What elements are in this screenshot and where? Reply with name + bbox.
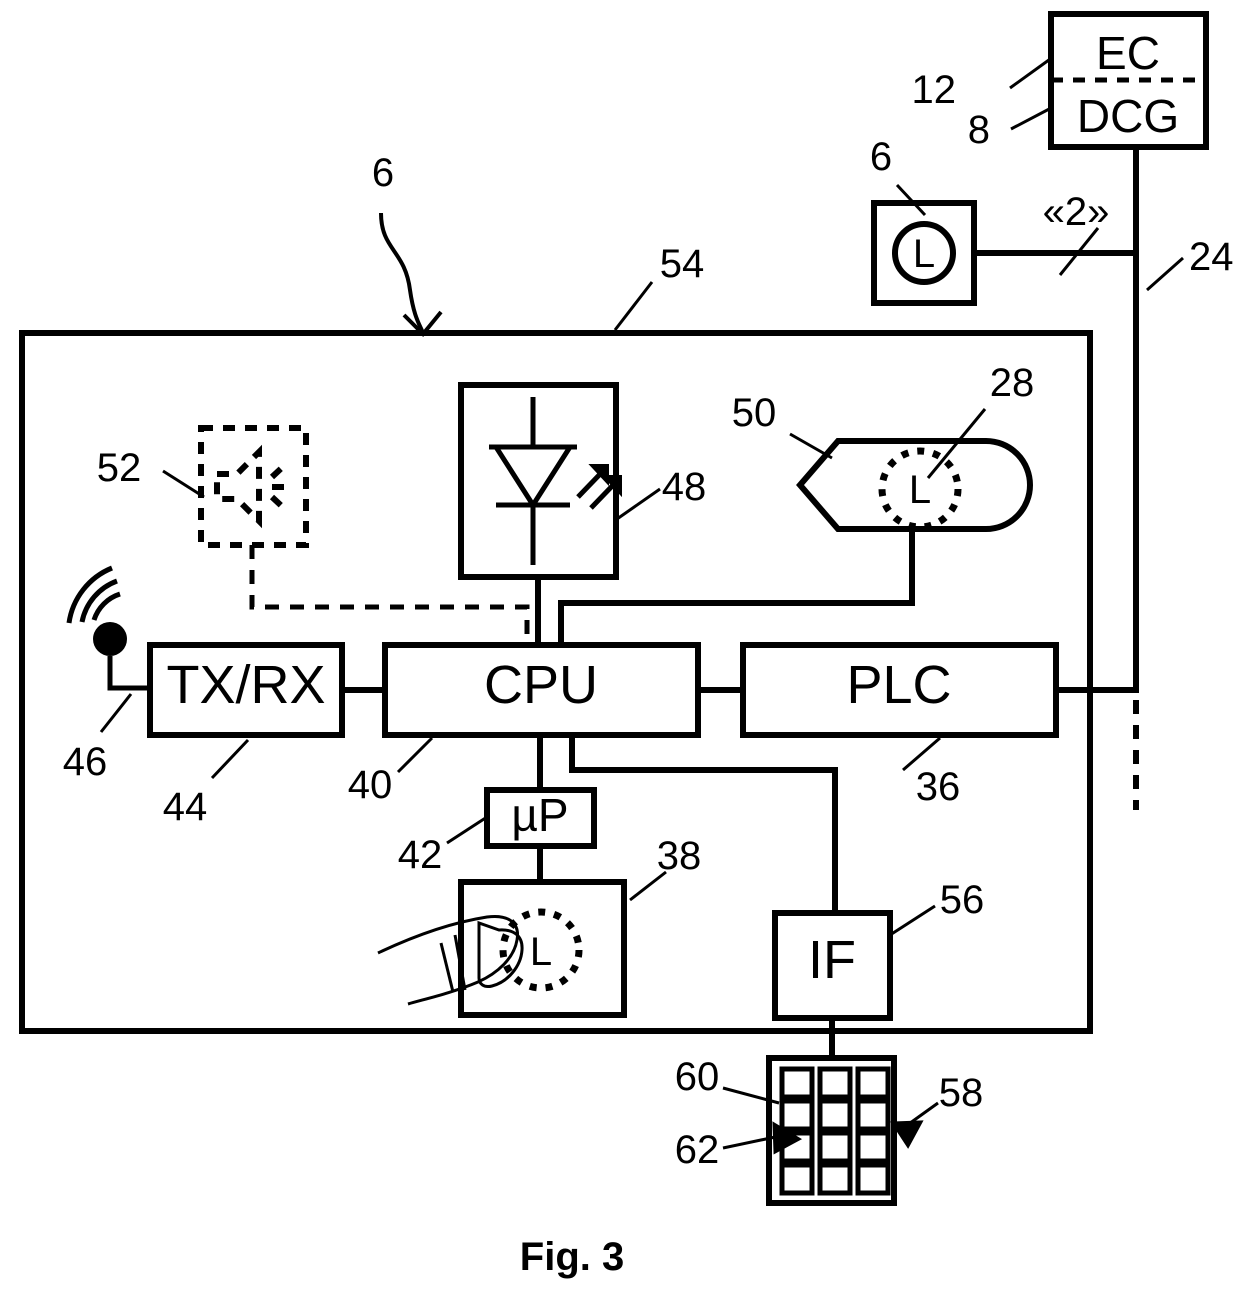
- speaker-block-52: [198, 425, 309, 548]
- ref-62: 62: [675, 1128, 720, 1172]
- keypad-key: [817, 1066, 853, 1100]
- leader-46: [99, 693, 133, 733]
- label-2-link: «2»: [1043, 190, 1110, 234]
- keypad-key: [855, 1162, 891, 1196]
- ref-50: 50: [732, 391, 777, 435]
- keypad-block-58: [766, 1055, 897, 1206]
- ref-28: 28: [990, 361, 1035, 405]
- ref-44: 44: [163, 785, 208, 829]
- keypad-key: [779, 1066, 815, 1100]
- leader-54: [613, 281, 654, 331]
- leader-44: [210, 738, 250, 780]
- ref-42: 42: [398, 833, 443, 877]
- keypad-key: [855, 1098, 891, 1132]
- ref-38: 38: [657, 834, 702, 878]
- ref-48: 48: [662, 465, 707, 509]
- leader-50: [789, 432, 833, 460]
- antenna-wave-1: [91, 591, 121, 621]
- dcg-label: DCG: [1077, 90, 1179, 142]
- keypad-key: [817, 1162, 853, 1196]
- led-block-48: [458, 382, 622, 580]
- keypad-key: [855, 1130, 891, 1164]
- leader-52: [162, 469, 205, 499]
- ref-60: 60: [675, 1055, 720, 1099]
- ref-8: 8: [968, 108, 990, 152]
- plc-label: PLC: [846, 655, 951, 715]
- leader-8: [1010, 105, 1054, 131]
- ref-54: 54: [660, 242, 705, 286]
- ref-36: 36: [916, 765, 961, 809]
- leader-24: [1146, 256, 1184, 292]
- loudspeaker-icon: [214, 444, 262, 529]
- if-block-56: IF: [772, 910, 893, 1021]
- txrx-block-44: TX/RX: [147, 642, 345, 738]
- keypad-key: [855, 1066, 891, 1100]
- external-luminaire-label: L: [913, 232, 935, 276]
- leader-42: [446, 815, 488, 845]
- leader-48: [616, 487, 661, 521]
- leader-56: [889, 904, 936, 937]
- keypad-key: [817, 1098, 853, 1132]
- txrx-label: TX/RX: [166, 655, 325, 715]
- antenna-dot-icon: [93, 622, 127, 656]
- keypad-key: [817, 1130, 853, 1164]
- keypad-key: [779, 1098, 815, 1132]
- ref-40: 40: [348, 763, 393, 807]
- ref-56: 56: [940, 878, 985, 922]
- wire-cpu-if: [569, 735, 838, 913]
- touch-38-label: L: [530, 930, 552, 974]
- fingerprint-touch-icon: [377, 914, 524, 1006]
- if-label: IF: [808, 930, 856, 990]
- leader-40: [396, 736, 434, 774]
- ref-24: 24: [1189, 235, 1234, 279]
- figure-canvas: L TX/RX CPU PLC µP L IF 12 8 6 «2» 24 6 …: [0, 0, 1240, 1293]
- wire-speaker-cpu: [249, 545, 530, 645]
- keypad-key: [779, 1162, 815, 1196]
- ref-6-luminaire: 6: [870, 135, 892, 179]
- cpu-label: CPU: [484, 655, 598, 715]
- leader-12: [1009, 55, 1054, 90]
- diagram-svg: L TX/RX CPU PLC µP L IF 12 8 6 «2» 24 6 …: [19, 11, 1234, 1279]
- ref-58: 58: [939, 1071, 984, 1115]
- micro-label: µP: [511, 789, 568, 841]
- antenna-wave-3: [66, 565, 113, 624]
- micro-block-42: µP: [484, 787, 597, 849]
- sensor-50-label: L: [909, 468, 931, 512]
- touch-block-38: L: [377, 879, 627, 1018]
- antenna-feed-line: [107, 656, 150, 691]
- ref-12: 12: [912, 68, 957, 112]
- cpu-block-40: CPU: [382, 642, 701, 738]
- ec-label: EC: [1096, 27, 1160, 79]
- plc-block-36: PLC: [740, 642, 1059, 738]
- pointer-arrow-6: [379, 212, 443, 337]
- led-diode-icon: [491, 444, 575, 510]
- ref-46: 46: [63, 740, 108, 784]
- leader-58: [890, 1101, 939, 1149]
- ref-6-enclosure: 6: [372, 151, 394, 195]
- sensor-block-50: L: [796, 438, 1033, 532]
- figure-caption: Fig. 3: [520, 1235, 624, 1279]
- antenna-block-46: [66, 565, 150, 691]
- ref-52: 52: [97, 446, 142, 490]
